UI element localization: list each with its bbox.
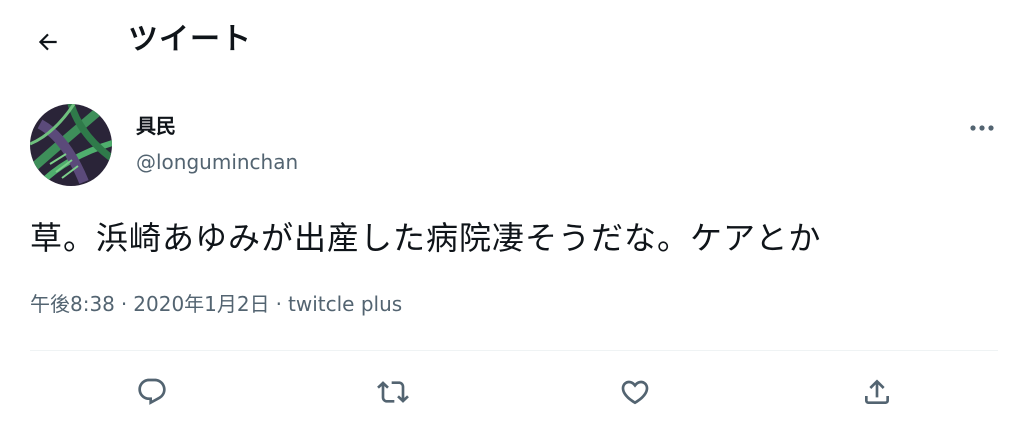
tweet-date[interactable]: 2020年1月2日 (133, 292, 269, 316)
avatar-image (30, 104, 112, 186)
header: ツイート (0, 0, 1024, 80)
reply-icon (138, 378, 166, 405)
like-icon (621, 380, 649, 405)
share-icon (865, 379, 889, 404)
page-title: ツイート (128, 22, 252, 57)
tweet-meta: 午後8:38 · 2020年1月2日 · twitcle plus (30, 288, 402, 320)
retweet-button[interactable] (371, 370, 415, 414)
back-button[interactable] (28, 22, 68, 62)
tweet-page: ツイート 具民 @longuminchan 草。浜崎あゆみが出産した病院凄そうだ… (0, 0, 1024, 428)
tweet-source[interactable]: twitcle plus (288, 292, 402, 316)
share-button[interactable] (855, 370, 899, 414)
meta-separator: · (275, 292, 282, 316)
tweet-time[interactable]: 午後8:38 (30, 292, 115, 316)
avatar[interactable] (30, 104, 112, 186)
divider (30, 350, 998, 351)
more-options-button[interactable] (962, 116, 1002, 140)
more-icon (970, 125, 994, 131)
meta-separator: · (120, 292, 128, 316)
arrow-left-icon (38, 33, 57, 51)
like-button[interactable] (613, 370, 657, 414)
display-name[interactable]: 具民 (136, 112, 176, 140)
user-handle[interactable]: @longuminchan (136, 148, 298, 176)
tweet-text: 草。浜崎あゆみが出産した病院凄そうだな。ケアとか (30, 219, 822, 257)
retweet-icon (377, 381, 409, 403)
reply-button[interactable] (130, 370, 174, 414)
